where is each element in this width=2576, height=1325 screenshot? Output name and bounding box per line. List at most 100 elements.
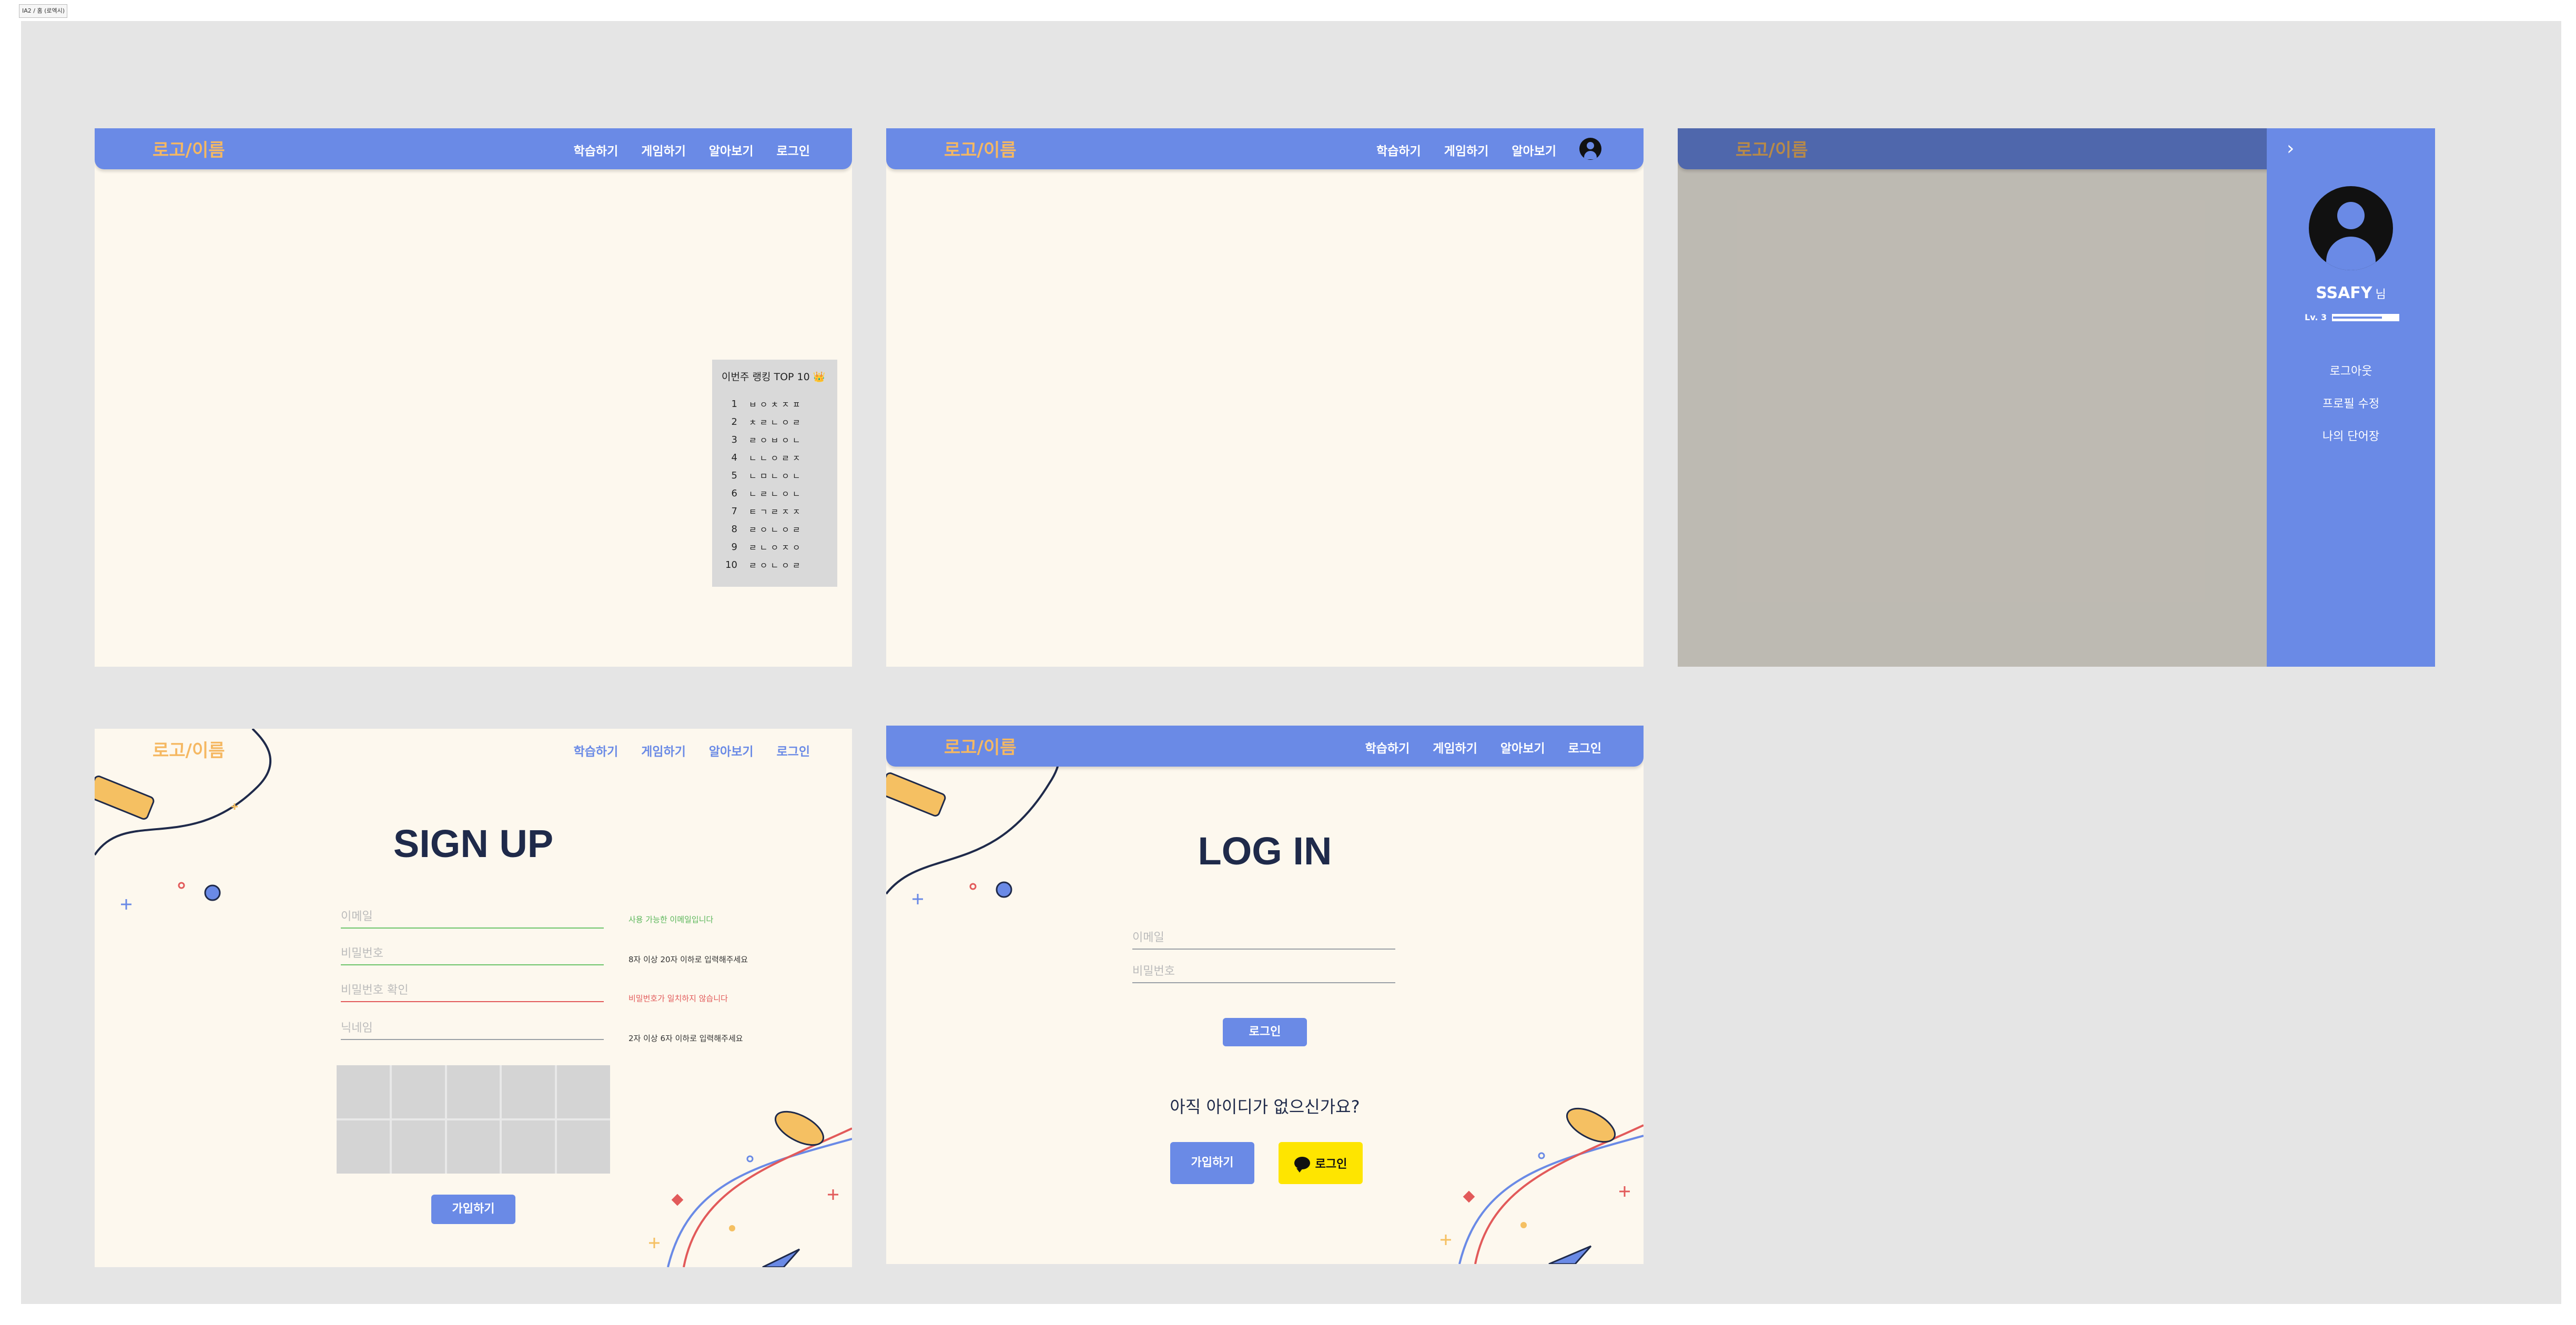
signup-button[interactable]: 가입하기 — [1170, 1142, 1254, 1184]
rank-name: ㅊㄹㄴㅇㄹ — [749, 417, 804, 427]
avatar-option[interactable] — [337, 1120, 390, 1174]
nav-explore[interactable]: 알아보기 — [1512, 141, 1556, 163]
login-screen: 로고/이름 학습하기 게임하기 알아보기 로그인 LOG IN 이메일 비밀번호… — [886, 726, 1644, 1264]
speech-bubble-icon — [1294, 1157, 1310, 1173]
rank-name: ㄹㄴㅇㅈㅇ — [749, 543, 804, 553]
rank-number: 6 — [731, 487, 737, 499]
ranking-row: 3 ㄹㅇㅂㅇㄴ — [722, 431, 828, 449]
level-row: Lv. 3 — [2305, 312, 2400, 322]
rank-name: ㄹㅇㄴㅇㄹ — [749, 525, 804, 535]
nav-login[interactable]: 로그인 — [777, 741, 810, 759]
rank-name: ㅂㅇㅊㅈㅍ — [749, 400, 804, 410]
rank-number: 4 — [731, 452, 737, 463]
login-submit-button[interactable]: 로그인 — [1223, 1018, 1307, 1046]
nav-login[interactable]: 로그인 — [777, 141, 810, 159]
navbar: 로고/이름 학습하기 게임하기 알아보기 로그인 — [95, 128, 852, 169]
logo[interactable]: 로고/이름 — [944, 136, 1017, 161]
avatar-selection-grid — [337, 1065, 610, 1174]
design-canvas: 로고/이름 학습하기 게임하기 알아보기 로그인 이번주 랭킹 TOP 10 👑… — [21, 21, 2561, 1304]
username-row: SSAFY 님 — [2267, 284, 2435, 302]
rank-number: 9 — [731, 541, 737, 553]
nav-learn[interactable]: 학습하기 — [574, 741, 618, 759]
chevron-right-icon[interactable]: › — [2287, 138, 2294, 159]
username-suffix: 님 — [2375, 288, 2386, 301]
ranking-row: 6 ㄴㄹㄴㅇㄴ — [722, 484, 828, 502]
avatar-option[interactable] — [337, 1065, 390, 1118]
logo[interactable]: 로고/이름 — [944, 733, 1017, 759]
ranking-title: 이번주 랭킹 TOP 10 👑 — [722, 371, 826, 383]
level-label: Lv. 3 — [2305, 312, 2327, 322]
kakao-login-button[interactable]: 로그인 — [1279, 1142, 1363, 1184]
rank-number: 3 — [731, 434, 737, 445]
avatar-option[interactable] — [557, 1120, 610, 1174]
ranking-row: 8 ㄹㅇㄴㅇㄹ — [722, 520, 828, 538]
nav-explore[interactable]: 알아보기 — [709, 141, 754, 159]
avatar-option[interactable] — [502, 1065, 555, 1118]
kakao-login-label: 로그인 — [1315, 1158, 1347, 1171]
rank-number: 5 — [731, 470, 737, 481]
nav-login[interactable]: 로그인 — [1568, 738, 1601, 756]
nav-explore[interactable]: 알아보기 — [1500, 738, 1545, 756]
sidebar-item-my-vocabulary[interactable]: 나의 단어장 — [2267, 421, 2435, 453]
nav-links: 학습하기 게임하기 알아보기 로그인 — [574, 141, 810, 159]
rank-name: ㄹㅇㅂㅇㄴ — [749, 435, 804, 445]
email-field[interactable]: 이메일 — [1132, 928, 1395, 950]
home-screen-logged-out: 로고/이름 학습하기 게임하기 알아보기 로그인 이번주 랭킹 TOP 10 👑… — [95, 128, 852, 667]
page-title: SIGN UP — [393, 822, 554, 865]
nav-game[interactable]: 게임하기 — [641, 741, 686, 759]
rank-name: ㄴㄴㅇㄹㅈ — [749, 453, 804, 463]
nav-links: 학습하기 게임하기 알아보기 — [1376, 138, 1601, 163]
signup-submit-button[interactable]: 가입하기 — [431, 1195, 515, 1224]
nickname-hint: 2자 이상 6자 이하로 입력해주세요 — [628, 1034, 743, 1043]
rank-name: ㄴㅁㄴㅇㄴ — [749, 471, 804, 481]
ranking-row: 2 ㅊㄹㄴㅇㄹ — [722, 413, 828, 431]
rank-number: 10 — [725, 559, 737, 570]
password-confirm-field[interactable]: 비밀번호 확인 — [341, 980, 604, 1002]
nickname-field[interactable]: 닉네임 — [341, 1018, 604, 1040]
rank-name: ㄹㅇㄴㅇㄹ — [749, 560, 804, 570]
rank-name: ㅌㄱㄹㅈㅈ — [749, 507, 804, 517]
navbar: 로고/이름 학습하기 게임하기 알아보기 로그인 — [886, 726, 1644, 767]
nav-game[interactable]: 게임하기 — [1444, 141, 1489, 163]
password-field[interactable]: 비밀번호 — [1132, 961, 1395, 983]
avatar-icon — [2309, 186, 2393, 270]
sidebar-item-edit-profile[interactable]: 프로필 수정 — [2267, 388, 2435, 421]
signup-prompt: 아직 아이디가 없으신가요? — [1170, 1097, 1360, 1117]
dim-overlay[interactable] — [1678, 128, 2267, 667]
level-progress-bar — [2332, 313, 2400, 321]
avatar-option[interactable] — [502, 1120, 555, 1174]
password-hint: 8자 이상 20자 이하로 입력해주세요 — [628, 955, 748, 964]
nav-game[interactable]: 게임하기 — [641, 141, 686, 159]
nav-explore[interactable]: 알아보기 — [709, 741, 754, 759]
navbar: 로고/이름 학습하기 게임하기 알아보기 로그인 — [95, 729, 852, 770]
ranking-row: 10 ㄹㅇㄴㅇㄹ — [722, 556, 828, 574]
signup-screen: 로고/이름 학습하기 게임하기 알아보기 로그인 SIGN UP 이메일 사용 … — [95, 729, 852, 1267]
avatar-option[interactable] — [557, 1065, 610, 1118]
ranking-row: 4 ㄴㄴㅇㄹㅈ — [722, 449, 828, 466]
logo[interactable]: 로고/이름 — [153, 136, 225, 161]
sidebar-menu: 로그아웃 프로필 수정 나의 단어장 — [2267, 355, 2435, 453]
sidebar-item-logout[interactable]: 로그아웃 — [2267, 355, 2435, 388]
avatar-option[interactable] — [391, 1065, 445, 1118]
decoration — [886, 726, 1644, 1264]
nav-learn[interactable]: 학습하기 — [1365, 738, 1410, 756]
logo[interactable]: 로고/이름 — [153, 736, 225, 762]
nav-learn[interactable]: 학습하기 — [1376, 141, 1421, 163]
password-field[interactable]: 비밀번호 — [341, 943, 604, 965]
level-progress-fill — [2333, 316, 2382, 319]
avatar-option[interactable] — [391, 1120, 445, 1174]
home-screen-sidebar-open: 로고/이름 학습하기 게임하기 › SSAFY님 Lv. 3 로그아웃 프로필 … — [1678, 128, 2435, 667]
profile-avatar-icon[interactable] — [1579, 138, 1601, 160]
nav-game[interactable]: 게임하기 — [1433, 738, 1477, 756]
email-field[interactable]: 이메일 — [341, 906, 604, 929]
avatar-option[interactable] — [447, 1120, 500, 1174]
home-screen-logged-in: 로고/이름 학습하기 게임하기 알아보기 — [886, 128, 1644, 667]
rank-number: 7 — [731, 505, 737, 517]
ranking-row: 7 ㅌㄱㄹㅈㅈ — [722, 502, 828, 520]
username: SSAFY — [2316, 284, 2372, 302]
navbar: 로고/이름 학습하기 게임하기 알아보기 — [886, 128, 1644, 169]
avatar-option[interactable] — [447, 1065, 500, 1118]
nav-learn[interactable]: 학습하기 — [574, 141, 618, 159]
frame-label: IA2 / 홈 (로엑시) — [19, 4, 67, 18]
rank-name: ㄴㄹㄴㅇㄴ — [749, 489, 804, 499]
